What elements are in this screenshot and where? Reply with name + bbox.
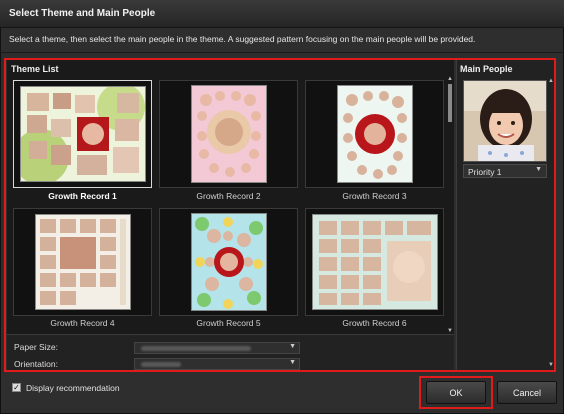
display-recommendation-label[interactable]: Display recommendation [26,383,120,393]
cancel-button[interactable]: Cancel [497,381,557,404]
ok-button[interactable]: OK [426,381,486,404]
dialog-title: Select Theme and Main People [9,8,156,19]
instructions-text: Select a theme, then select the main peo… [9,34,476,44]
title-bar: Select Theme and Main People [0,0,564,28]
highlight-box [4,58,556,372]
divider [0,52,564,53]
display-recommendation-checkbox[interactable]: ✓ [12,383,21,392]
